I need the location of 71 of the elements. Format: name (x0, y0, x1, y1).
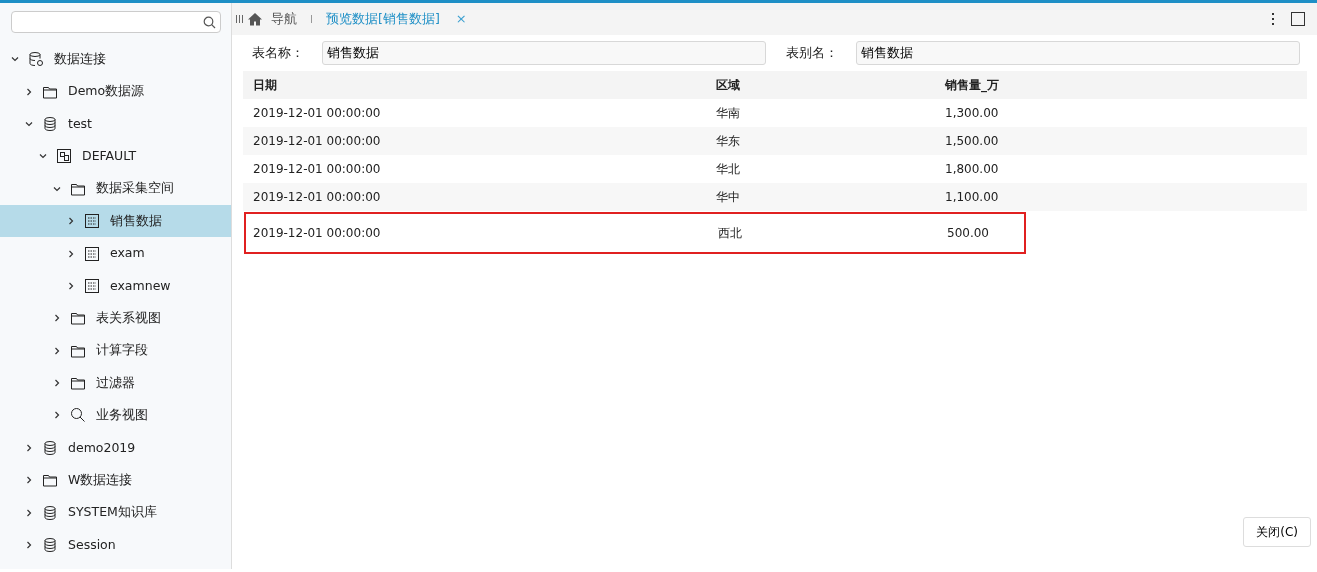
tree-item[interactable]: W数据连接 (0, 464, 231, 497)
collapsed-caret-icon (52, 378, 62, 389)
table-icon (84, 277, 100, 294)
folder-icon (42, 472, 58, 489)
tree-item[interactable]: Session (0, 528, 231, 562)
tree-item[interactable]: 数据连接 (0, 43, 231, 76)
table-cell-text: 1,500.00 (945, 133, 999, 150)
menu-icon[interactable] (236, 15, 243, 23)
tree-item[interactable]: DEFAULT (0, 140, 231, 173)
folder-icon (70, 310, 86, 327)
tree-item[interactable]: 销售数据 (0, 204, 231, 238)
tree-item[interactable]: 过滤器 (0, 366, 231, 400)
table-cell-text: 2019-12-01 00:00:00 (252, 161, 382, 178)
collapsed-caret-icon (52, 410, 62, 421)
column-header: 日期 (252, 77, 278, 94)
collapsed-caret-icon (24, 507, 34, 518)
table-cell-text: 华中 (716, 189, 741, 206)
close-button[interactable]: 关闭(C) (1243, 517, 1311, 547)
maximize-icon[interactable] (1291, 12, 1305, 26)
collapsed-caret-icon (24, 86, 34, 97)
table-cell-text: 2019-12-01 00:00:00 (252, 189, 382, 206)
table-cell-text: 华东 (716, 133, 741, 150)
alias-field[interactable]: 销售数据 (856, 41, 1300, 65)
database-icon (42, 504, 58, 521)
collapsed-caret-icon (52, 345, 62, 356)
database-icon (42, 115, 58, 132)
more-icon[interactable] (1271, 12, 1275, 26)
database-gear-icon (28, 51, 44, 68)
field-label: 表别名： (786, 43, 839, 62)
table-cell-text: 2019-12-01 00:00:00 (252, 133, 382, 150)
tab[interactable]: 导航 (271, 9, 297, 29)
table-icon (84, 213, 100, 230)
table-cell-text: 华北 (716, 161, 741, 178)
home-icon (247, 12, 263, 26)
collapsed-caret-icon (24, 540, 34, 551)
search-icon (203, 15, 216, 29)
collapsed-caret-icon (66, 248, 76, 259)
column-header: 区域 (716, 77, 741, 94)
table-cell-text: 华南 (716, 105, 741, 122)
tree-item[interactable]: SYSTEM知识库 (0, 496, 231, 529)
database-icon (42, 439, 58, 456)
schema-icon (56, 148, 72, 165)
tree-item[interactable]: 计算字段 (0, 334, 231, 367)
collapsed-caret-icon (66, 280, 76, 291)
table-cell-text: 1,300.00 (945, 105, 999, 122)
collapsed-caret-icon (52, 313, 62, 324)
search-field[interactable] (11, 11, 221, 33)
tree-item[interactable]: 表关系视图 (0, 302, 231, 335)
folder-icon (70, 375, 86, 392)
tree-item[interactable]: 业务视图 (0, 399, 231, 432)
field-label: 表名称： (252, 43, 305, 62)
table-cell-text: 2019-12-01 00:00:00 (252, 225, 382, 242)
table-cell-text: 1,100.00 (945, 189, 999, 206)
database-icon (42, 537, 58, 554)
table-cell-text: 西北 (718, 225, 743, 242)
tree-item[interactable]: exam (0, 237, 231, 270)
tree-item[interactable]: demo2019 (0, 431, 231, 465)
tree-item[interactable]: test (0, 107, 231, 141)
table-icon (84, 245, 100, 262)
tree-item[interactable]: 数据采集空间 (0, 172, 231, 205)
collapsed-caret-icon (24, 442, 34, 453)
tree-item[interactable]: examnew (0, 269, 231, 303)
tree-item[interactable]: Demo数据源 (0, 75, 231, 108)
collapsed-caret-icon (66, 216, 76, 227)
collapsed-caret-icon (24, 475, 34, 486)
table-cell-text: 1,800.00 (945, 161, 999, 178)
search-icon (70, 407, 86, 424)
table-cell-text: 2019-12-01 00:00:00 (252, 105, 382, 122)
column-header: 销售量_万 (945, 77, 999, 94)
name-field[interactable]: 销售数据 (322, 41, 766, 65)
table-cell-text: 500.00 (947, 225, 989, 242)
